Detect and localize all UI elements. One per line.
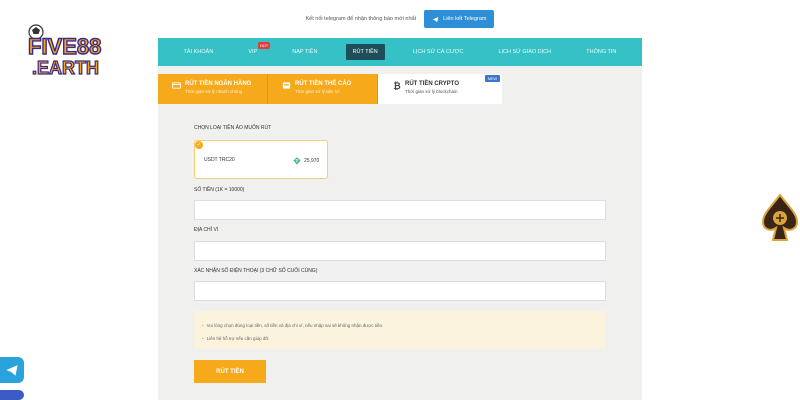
tab-title: RÚT TIỀN CRYPTO: [405, 81, 460, 87]
link-telegram-button[interactable]: Liên kết Telegram: [424, 10, 495, 28]
phone-confirm-label: XÁC NHẬN SỐ ĐIỆN THOẠI (3 CHỮ SỐ CUỐI CÙ…: [194, 268, 318, 274]
nav-item-transaction-history[interactable]: LỊCH SỬ GIAO DỊCH: [491, 44, 558, 60]
withdraw-method-tabs: RÚT TIỀN NGÂN HÀNG Thời gian xử lý nhanh…: [158, 74, 504, 104]
floating-facebook-button[interactable]: [0, 390, 24, 400]
wallet-address-input[interactable]: [194, 241, 606, 261]
withdraw-submit-button[interactable]: RÚT TIỀN: [194, 360, 266, 383]
tab-bank-withdraw[interactable]: RÚT TIỀN NGÂN HÀNG Thời gian xử lý nhanh…: [158, 74, 268, 104]
crypto-option-amount-group: 25,970: [293, 157, 319, 165]
crypto-option-usdt-trc20[interactable]: ✓ USDT TRC20 25,970: [194, 140, 328, 179]
bullet-icon: •: [202, 336, 204, 341]
amount-input[interactable]: [194, 200, 606, 220]
nav-item-account[interactable]: TÀI KHOẢN: [177, 44, 221, 60]
telegram-icon: [432, 16, 439, 22]
amount-label: SỐ TIỀN (1K = 10000): [194, 187, 245, 193]
crypto-withdraw-form: CHỌN LOẠI TIỀN ẢO MUỐN RÚT ✓ USDT TRC20 …: [158, 104, 642, 400]
telegram-bar: Kết nối telegram để nhận thông báo mới n…: [158, 0, 642, 38]
nav-label: RÚT TIỀN: [352, 49, 378, 55]
nav-label: VIP: [248, 49, 258, 55]
crypto-select-label: CHỌN LOẠI TIỀN ẢO MUỐN RÚT: [194, 125, 272, 131]
floating-telegram-button[interactable]: [0, 357, 24, 383]
wallet-address-label: ĐỊA CHỈ VÍ: [194, 227, 219, 233]
bank-card-icon: [172, 82, 181, 89]
nav-label: NẠP TIỀN: [292, 49, 318, 55]
tab-subtitle: Thời gian xử lý tiện lợi: [295, 89, 340, 94]
site-logo[interactable]: FIVE88 .EARTH: [22, 20, 130, 80]
hot-badge: HOT: [257, 42, 271, 49]
floating-spade-badge[interactable]: [760, 192, 800, 244]
nav-label: LỊCH SỬ GIAO DỊCH: [498, 49, 552, 55]
spade-icon: [761, 193, 799, 241]
tab-title: RÚT TIỀN THẺ CÀO: [295, 81, 352, 87]
phone-confirm-input[interactable]: [194, 281, 606, 301]
nav-item-vip[interactable]: VIP HOT: [241, 42, 271, 60]
tab-scratch-card-withdraw[interactable]: RÚT TIỀN THẺ CÀO Thời gian xử lý tiện lợ…: [268, 74, 378, 104]
bullet-icon: •: [202, 323, 204, 328]
five88-logo-icon: FIVE88 .EARTH: [27, 24, 102, 79]
tab-title: RÚT TIỀN NGÂN HÀNG: [185, 81, 252, 87]
nav-label: LỊCH SỬ CÁ CƯỢC: [412, 49, 464, 55]
svg-text:.EARTH: .EARTH: [32, 58, 99, 78]
nav-item-bet-history[interactable]: LỊCH SỬ CÁ CƯỢC: [406, 44, 470, 60]
nav-item-info[interactable]: THÔNG TIN: [579, 44, 623, 60]
check-icon: ✓: [195, 141, 203, 149]
nav-label: THÔNG TIN: [586, 49, 617, 55]
account-panel: Kết nối telegram để nhận thông báo mới n…: [158, 0, 642, 400]
notice-text: Vui lòng chọn đúng loại tiền, số tiền và…: [206, 323, 384, 328]
nav-label: TÀI KHOẢN: [183, 49, 214, 55]
tether-icon: [293, 157, 301, 165]
notice-line: • Liên hệ hỗ trợ nếu cần giúp đỡ.: [202, 332, 606, 345]
bitcoin-icon: ₿: [393, 81, 400, 90]
svg-text:₿: ₿: [393, 81, 400, 90]
notice-line: • Vui lòng chọn đúng loại tiền, số tiền v…: [202, 319, 606, 332]
tab-crypto-withdraw[interactable]: ₿ RÚT TIỀN CRYPTO Thời gian xử lý blockc…: [378, 74, 502, 104]
withdraw-notice: • Vui lòng chọn đúng loại tiền, số tiền v…: [194, 311, 606, 349]
tab-subtitle: Thời gian xử lý blockchain: [405, 89, 458, 94]
link-telegram-label: Liên kết Telegram: [443, 16, 487, 22]
svg-text:FIVE88: FIVE88: [28, 34, 101, 59]
nav-item-withdraw[interactable]: RÚT TIỀN: [345, 44, 385, 60]
crypto-option-name: USDT TRC20: [204, 157, 235, 163]
scratch-card-icon: [282, 82, 291, 89]
crypto-option-amount: 25,970: [304, 158, 320, 164]
telegram-icon: [6, 365, 18, 376]
tab-subtitle: Thời gian xử lý nhanh chóng: [185, 89, 243, 94]
telegram-bar-text: Kết nối telegram để nhận thông báo mới n…: [305, 16, 417, 22]
nav-item-deposit[interactable]: NẠP TIỀN: [285, 44, 324, 60]
account-nav: TÀI KHOẢN VIP HOT NẠP TIỀN RÚT TIỀN LỊCH …: [158, 38, 642, 66]
notice-text: Liên hệ hỗ trợ nếu cần giúp đỡ.: [206, 336, 270, 341]
new-badge: NEW: [484, 75, 500, 82]
